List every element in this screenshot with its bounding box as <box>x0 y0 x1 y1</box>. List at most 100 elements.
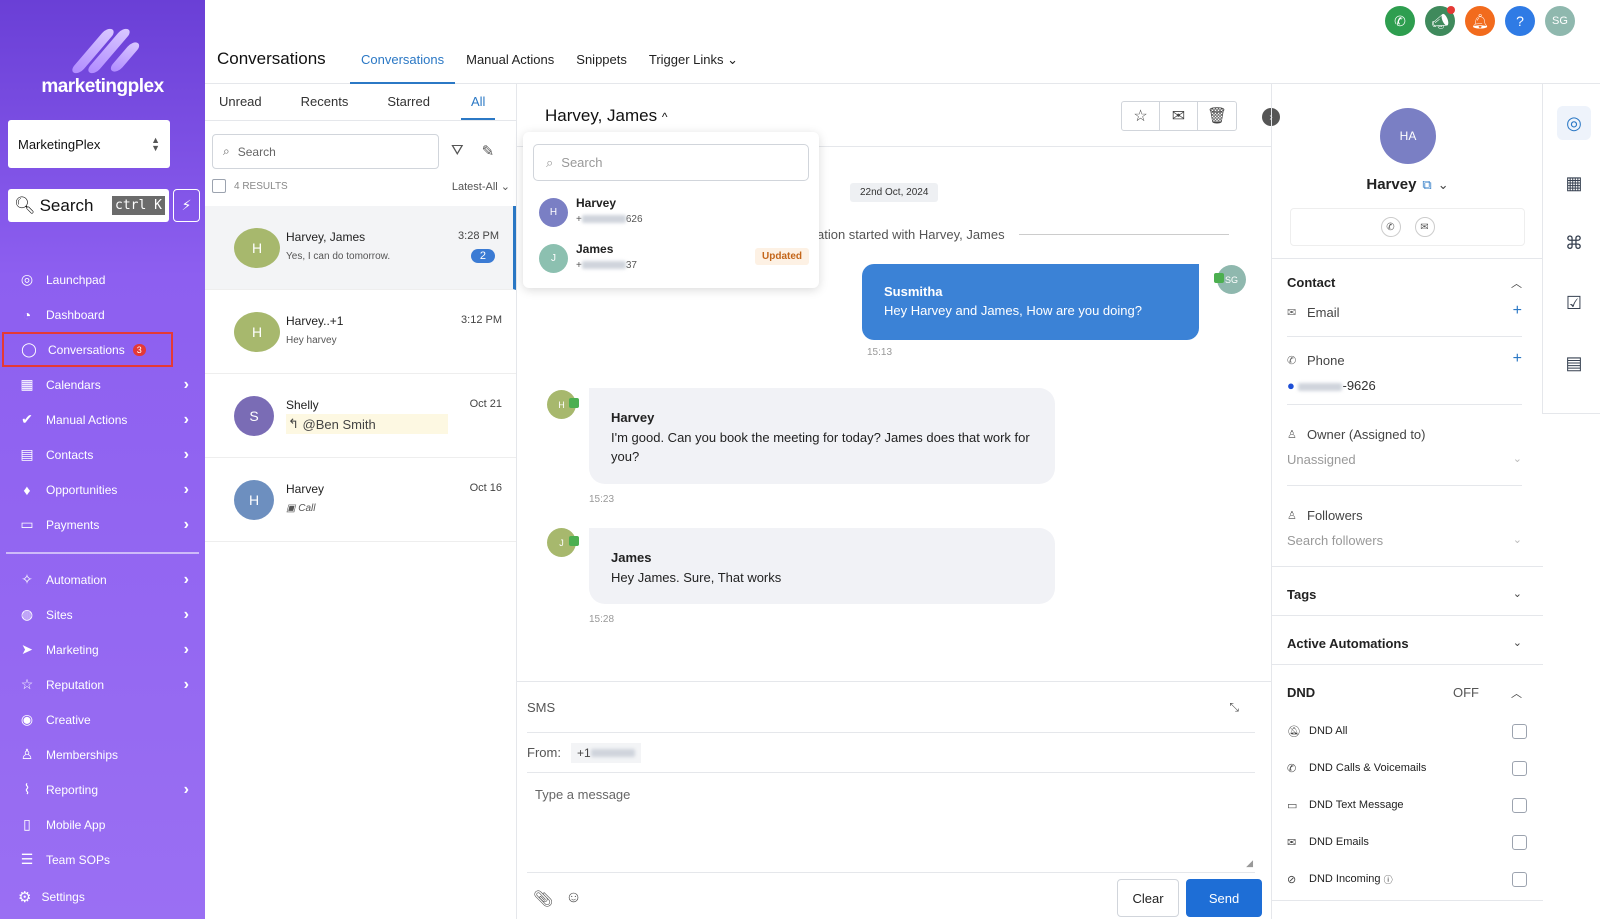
sidebar-item-payments[interactable]: ▭ Payments › <box>0 507 205 542</box>
sidebar-item-automation[interactable]: ✧ Automation › <box>0 562 205 597</box>
sidebar-item-marketing[interactable]: ➤ Marketing › <box>0 632 205 667</box>
section-automations-title[interactable]: Active Automations <box>1287 636 1409 651</box>
dnd-calls-checkbox[interactable] <box>1512 760 1527 776</box>
sidebar-item-launchpad[interactable]: ◎ Launchpad <box>0 262 205 297</box>
chevron-down-icon[interactable]: ⌄ <box>1513 587 1522 600</box>
sidebar-item-settings[interactable]: ⚙ Settings <box>18 888 85 906</box>
sidebar-item-manual-actions[interactable]: ✔ Manual Actions › <box>0 402 205 437</box>
sidebar-item-label: Mobile App <box>46 817 106 832</box>
chevron-down-icon[interactable]: ⌄ <box>1513 533 1522 546</box>
chevron-down-icon[interactable]: ⌄ <box>1513 452 1522 465</box>
sidebar-item-sites[interactable]: ◍ Sites › <box>0 597 205 632</box>
chevron-down-icon[interactable]: ⌄ <box>1513 636 1522 649</box>
sidebar-item-reporting[interactable]: ⌇ Reporting › <box>0 772 205 807</box>
tab-manual-actions[interactable]: Manual Actions <box>455 44 565 84</box>
sidebar-item-conversations[interactable]: ◯ Conversations 3 <box>2 332 173 367</box>
tab-trigger-links[interactable]: Trigger Links ⌄ <box>638 44 749 84</box>
dnd-all-checkbox[interactable] <box>1512 723 1527 739</box>
sidebar-item-memberships[interactable]: ♙ Memberships <box>0 737 205 772</box>
tab-all[interactable]: All <box>460 84 496 120</box>
send-button[interactable]: Send <box>1186 879 1262 917</box>
sidebar-item-calendars[interactable]: ▦ Calendars › <box>0 367 205 402</box>
announcements-button[interactable]: 📣︎ <box>1425 6 1455 36</box>
from-number-select[interactable]: +1 <box>570 742 641 763</box>
mail-icon[interactable]: ✉ <box>1160 102 1198 130</box>
mail-icon: ✉ <box>1287 836 1297 849</box>
brand-logo[interactable]: marketingplex <box>0 27 205 98</box>
dnd-emails-row[interactable]: ✉ DND Emails <box>1287 832 1527 852</box>
star-icon[interactable]: ☆ <box>1122 102 1160 130</box>
info-icon[interactable]: ⓘ <box>1384 873 1393 886</box>
calendar-icon: ▦ <box>20 376 34 392</box>
mail-icon[interactable]: ✉ <box>1414 217 1435 237</box>
list-item[interactable]: H Harvey ▣ Call Oct 16 <box>205 458 516 542</box>
conversation-time: 3:12 PM <box>461 314 502 326</box>
dnd-calls-row[interactable]: ✆ DND Calls & Voicemails <box>1287 758 1527 778</box>
phone-call-button[interactable]: ✆ <box>1385 6 1415 36</box>
tab-starred[interactable]: Starred <box>387 84 430 120</box>
trash-icon[interactable]: 🗑︎ <box>1198 102 1236 130</box>
compose-icon[interactable]: ✎ <box>482 142 495 160</box>
owner-select[interactable]: Unassigned <box>1287 452 1356 467</box>
phone-icon[interactable]: ✆ <box>1380 217 1401 237</box>
list-item[interactable]: H Harvey..+1 Hey harvey 3:12 PM <box>205 290 516 374</box>
list-item[interactable]: S Shelly ↰ @Ben Smith Oct 21 <box>205 374 516 458</box>
conversation-search-input[interactable]: ⌕ Search <box>212 134 439 169</box>
quick-action-button[interactable]: ⚡︎ <box>173 189 200 222</box>
message-text: Hey Harvey and James, How are you doing? <box>884 303 1142 318</box>
notes-icon[interactable]: ▤ <box>1557 346 1591 380</box>
sidebar-search-input[interactable]: 🔍︎ Search ctrl K <box>8 189 169 222</box>
help-button[interactable]: ? <box>1505 6 1535 36</box>
contact-profile-icon[interactable]: ◎ <box>1557 106 1591 140</box>
attachment-icon[interactable]: 📎︎ <box>533 889 553 909</box>
sidebar-item-contacts[interactable]: ▤ Contacts › <box>0 437 205 472</box>
select-all-checkbox[interactable] <box>212 179 226 193</box>
tab-unread[interactable]: Unread <box>219 84 262 120</box>
followers-search[interactable]: Search followers <box>1287 533 1383 548</box>
dnd-text-checkbox[interactable] <box>1512 797 1527 813</box>
dnd-text-row[interactable]: ▭ DND Text Message <box>1287 795 1527 815</box>
dnd-incoming-row[interactable]: ⊘ DND Incoming ⓘ <box>1287 869 1527 889</box>
task-check-icon[interactable]: ☑ <box>1557 286 1591 320</box>
automation-icon[interactable]: ⌘ <box>1557 226 1591 260</box>
sidebar-item-creative[interactable]: ◉ Creative <box>0 702 205 737</box>
tab-snippets[interactable]: Snippets <box>565 44 638 84</box>
participant-item[interactable]: H Harvey +626 <box>539 196 809 230</box>
section-tags-title[interactable]: Tags <box>1287 587 1316 602</box>
collapse-composer-icon[interactable]: ⤡ <box>1229 700 1239 715</box>
list-item[interactable]: H Harvey, James Yes, I can do tomorrow. … <box>205 206 516 290</box>
notifications-button[interactable]: 🔔︎ <box>1465 6 1495 36</box>
chevron-up-icon[interactable]: ︿ <box>1511 275 1522 291</box>
sort-dropdown[interactable]: Latest-All ⌄ <box>452 180 510 193</box>
resize-handle-icon[interactable]: ◢ <box>1246 858 1253 869</box>
external-link-icon[interactable]: ⧉ <box>1422 177 1431 192</box>
sidebar-item-reputation[interactable]: ☆ Reputation › <box>0 667 205 702</box>
add-email-button[interactable]: + <box>1513 302 1522 320</box>
calendar-icon[interactable]: ▦ <box>1557 166 1591 200</box>
chevron-down-icon[interactable]: ⌄ <box>1438 177 1449 192</box>
dnd-incoming-checkbox[interactable] <box>1512 871 1527 887</box>
section-dnd-title[interactable]: DND <box>1287 685 1315 700</box>
call-icon: ▣ <box>286 503 296 514</box>
sidebar-item-dashboard[interactable]: ◔ Dashboard <box>0 297 205 332</box>
participant-search-input[interactable]: ⌕ Search <box>533 144 809 181</box>
dnd-all-row[interactable]: 🔕︎ DND All <box>1287 721 1527 741</box>
participant-item[interactable]: J James +37 Updated <box>539 242 809 276</box>
section-contact-title[interactable]: Contact <box>1287 275 1335 290</box>
sidebar-item-mobile-app[interactable]: ▯ Mobile App <box>0 807 205 842</box>
user-avatar[interactable]: SG <box>1545 6 1575 36</box>
tab-recents[interactable]: Recents <box>301 84 349 120</box>
chat-title-toggle[interactable]: Harvey, James ^ <box>545 106 667 126</box>
sidebar-item-team-sops[interactable]: ☰ Team SOPs <box>0 842 205 877</box>
message-input[interactable]: Type a message ◢ <box>527 775 1255 873</box>
chevron-up-icon[interactable]: ︿ <box>1511 685 1522 701</box>
account-switcher[interactable]: MarketingPlex ▲ ▼ <box>8 120 170 168</box>
add-phone-button[interactable]: + <box>1513 350 1522 368</box>
sidebar-item-opportunities[interactable]: ♦ Opportunities › <box>0 472 205 507</box>
phone-value[interactable]: ● -9626 <box>1287 378 1376 393</box>
clear-button[interactable]: Clear <box>1117 879 1179 917</box>
filter-icon[interactable]: ⛛ <box>451 142 464 160</box>
dnd-emails-checkbox[interactable] <box>1512 834 1527 850</box>
tab-conversations[interactable]: Conversations <box>350 44 456 84</box>
emoji-icon[interactable]: ☺ <box>565 889 581 909</box>
